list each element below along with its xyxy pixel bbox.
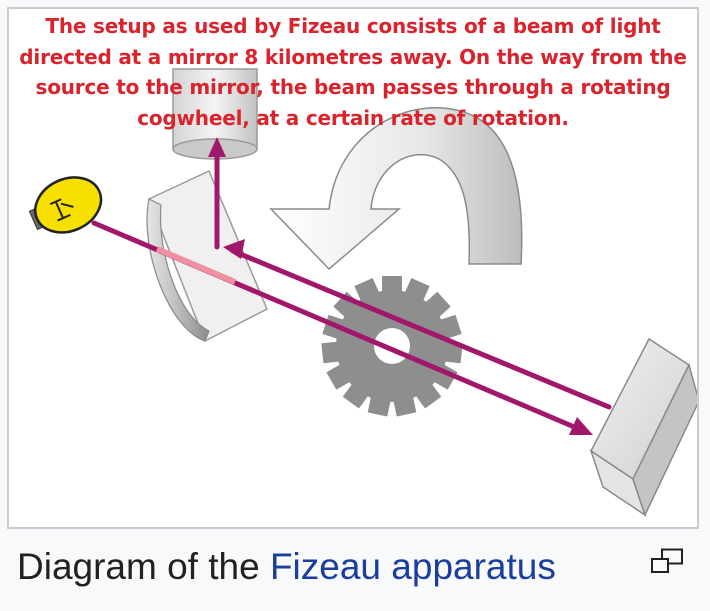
caption-text: Diagram of the Fizeau apparatus — [17, 546, 556, 588]
enlarge-icon[interactable] — [650, 548, 684, 574]
diagram-frame: The setup as used by Fizeau consists of … — [7, 7, 699, 529]
caption-prefix: Diagram of the — [17, 546, 270, 587]
distant-mirror — [589, 337, 697, 518]
fizeau-apparatus-link[interactable]: Fizeau apparatus — [270, 546, 556, 587]
light-bulb-icon — [28, 176, 103, 234]
diagram-overlay-text: The setup as used by Fizeau consists of … — [19, 14, 687, 130]
figure-caption: Diagram of the Fizeau apparatus — [0, 530, 710, 611]
